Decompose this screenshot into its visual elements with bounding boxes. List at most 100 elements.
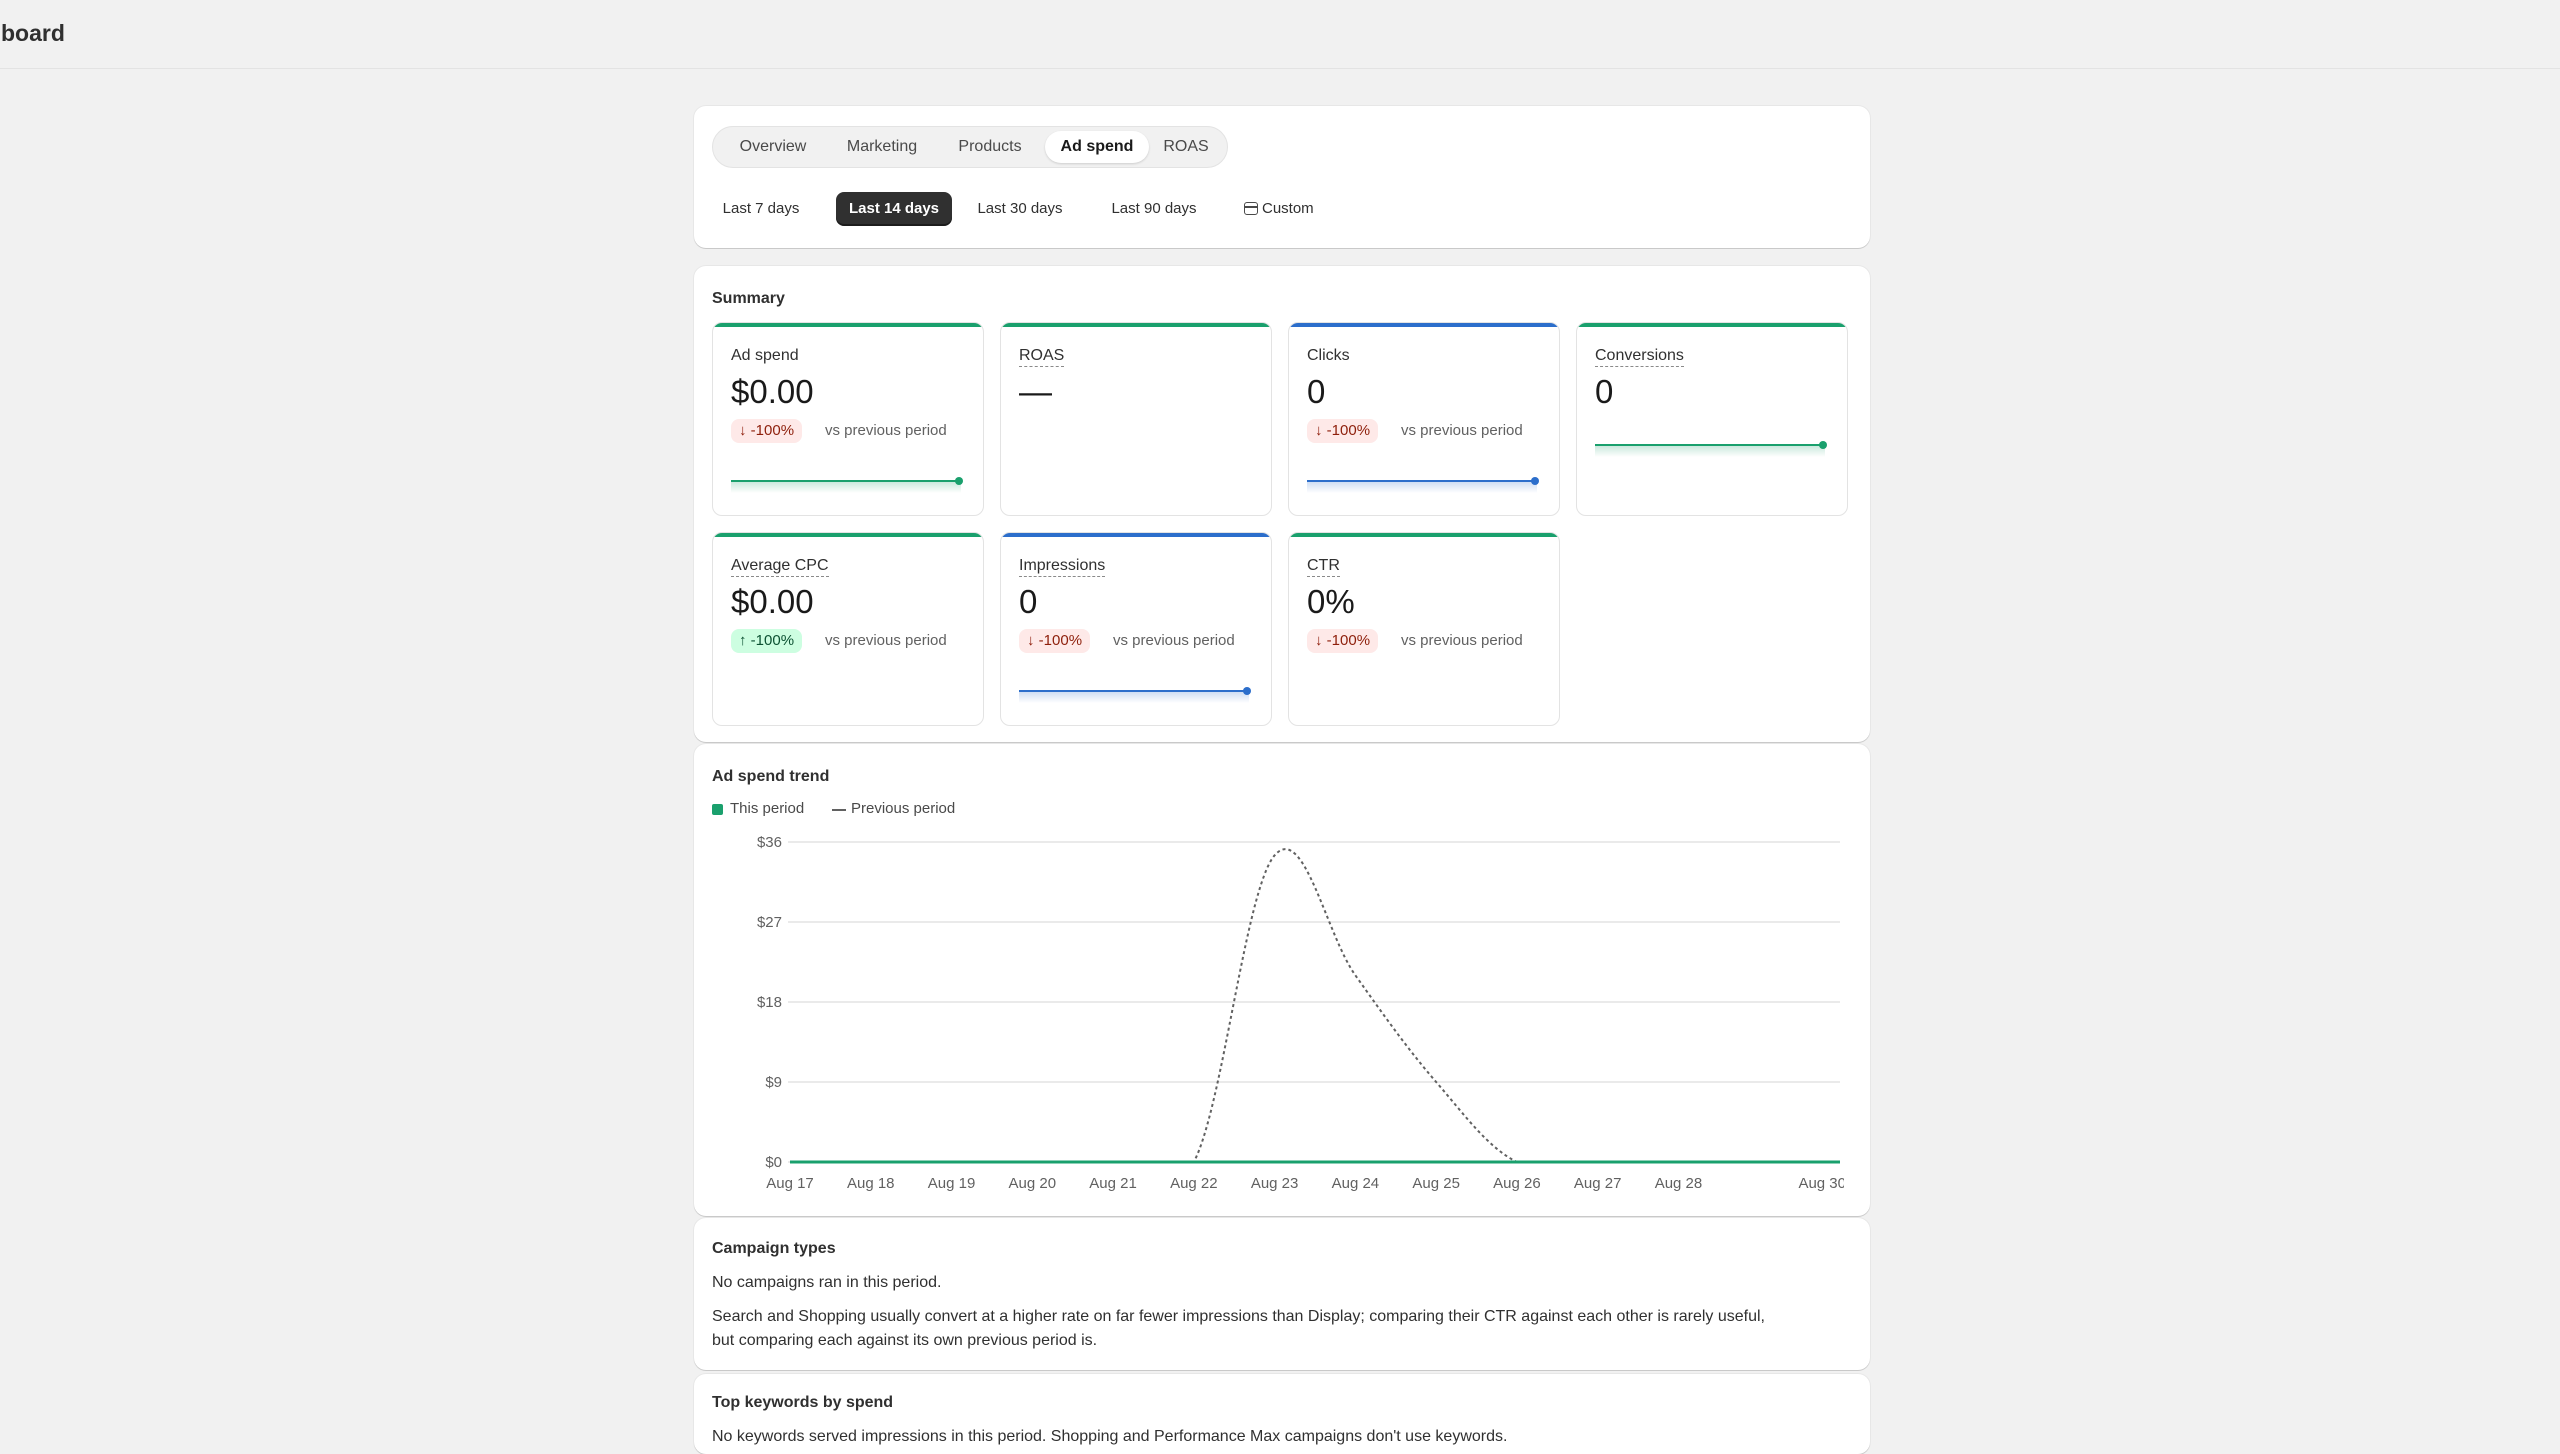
metric-card-impressions[interactable]: Impressions 0 ↓ -100% vs previous period <box>1000 532 1272 726</box>
page-title: board <box>1 20 65 46</box>
metric-card-conversions[interactable]: Conversions 0 <box>1576 322 1848 516</box>
metric-card-ctr[interactable]: CTR 0% ↓ -100% vs previous period <box>1288 532 1560 726</box>
arrow-up-icon: ↑ <box>739 632 747 649</box>
campaign-types-card: Campaign types No campaigns ran in this … <box>694 1218 1870 1370</box>
comparison-text: vs previous period <box>1401 422 1523 439</box>
filters-card: Overview Marketing Products Ad spend ROA… <box>694 106 1870 248</box>
legend-swatch-this-period <box>712 804 723 815</box>
keywords-empty-text: No keywords served impressions in this p… <box>712 1428 1508 1445</box>
change-badge: ↓ -100% <box>1307 419 1379 443</box>
view-tabs: Overview Marketing Products Ad spend ROA… <box>712 126 1228 168</box>
range-last-14-days[interactable]: Last 14 days <box>836 192 952 226</box>
summary-card: Summary Ad spend $0.00 ↓ -100% vs previo… <box>694 266 1870 742</box>
campaign-types-title: Campaign types <box>712 1240 836 1257</box>
x-tick-label: Aug 21 <box>1089 1175 1137 1192</box>
top-keywords-title: Top keywords by spend <box>712 1394 894 1411</box>
campaign-note-line-1: Search and Shopping usually convert at a… <box>712 1308 1765 1325</box>
x-tick-label: Aug 28 <box>1655 1175 1703 1192</box>
comparison-text: vs previous period <box>825 422 947 439</box>
metric-card-roas[interactable]: ROAS — <box>1000 322 1272 516</box>
campaign-empty-text: No campaigns ran in this period. <box>712 1274 942 1291</box>
metric-label: Clicks <box>1307 347 1350 364</box>
tab-overview[interactable]: Overview <box>721 131 825 163</box>
comparison-text: vs previous period <box>1401 632 1523 649</box>
metric-card-ad-spend[interactable]: Ad spend $0.00 ↓ -100% vs previous perio… <box>712 322 984 516</box>
y-tick-label: $0 <box>765 1154 782 1171</box>
metric-accent-bar <box>713 533 983 537</box>
trend-title: Ad spend trend <box>712 768 830 785</box>
sparkline <box>1595 441 1827 457</box>
x-tick-label: Aug 17 <box>766 1175 814 1192</box>
metric-value: — <box>1019 373 1052 410</box>
x-tick-label: Aug 27 <box>1574 1175 1622 1192</box>
metric-label: Impressions <box>1019 557 1106 577</box>
metric-value: 0% <box>1307 583 1355 620</box>
metric-value: 0 <box>1595 373 1614 410</box>
top-keywords-card: Top keywords by spend No keywords served… <box>694 1374 1870 1454</box>
tab-roas[interactable]: ROAS <box>1153 131 1219 163</box>
range-custom[interactable]: Custom <box>1236 192 1332 226</box>
tab-marketing[interactable]: Marketing <box>829 131 935 163</box>
legend-swatch-previous-period <box>832 809 846 811</box>
x-tick-label: Aug 22 <box>1170 1175 1218 1192</box>
y-tick-label: $18 <box>757 994 782 1011</box>
metric-label: Conversions <box>1595 347 1684 367</box>
x-tick-label: Aug 30 <box>1798 1175 1844 1192</box>
metric-card-clicks[interactable]: Clicks 0 ↓ -100% vs previous period <box>1288 322 1560 516</box>
x-tick-label: Aug 26 <box>1493 1175 1541 1192</box>
metric-accent-bar <box>713 323 983 327</box>
change-value: -100% <box>1326 632 1371 649</box>
sparkline <box>1307 477 1539 493</box>
comparison-text: vs previous period <box>825 632 947 649</box>
chart-legend: This period Previous period <box>712 800 1112 820</box>
range-last-90-days[interactable]: Last 90 days <box>1102 192 1206 226</box>
metric-accent-bar <box>1001 323 1271 327</box>
metric-label: Average CPC <box>731 557 829 577</box>
x-tick-label: Aug 18 <box>847 1175 895 1192</box>
sparkline <box>1019 687 1251 703</box>
arrow-down-icon: ↓ <box>739 422 747 439</box>
ad-spend-line-chart: $0 $9 $18 $27 $36 Aug 17 Aug 18 Aug 19 Aug 20 Aug… <box>757 834 1844 1192</box>
metric-label: ROAS <box>1019 347 1065 367</box>
summary-title: Summary <box>712 290 785 307</box>
campaign-note-line-2: but comparing each against its own previ… <box>712 1332 1098 1349</box>
arrow-down-icon: ↓ <box>1315 422 1323 439</box>
arrow-down-icon: ↓ <box>1027 632 1035 649</box>
top-bar: board <box>0 0 2560 69</box>
metric-accent-bar <box>1289 533 1559 537</box>
range-last-30-days[interactable]: Last 30 days <box>968 192 1072 226</box>
x-tick-label: Aug 20 <box>1009 1175 1057 1192</box>
series-line-previous-period <box>789 848 1840 1164</box>
metric-value: $0.00 <box>731 373 814 410</box>
x-tick-label: Aug 24 <box>1332 1175 1380 1192</box>
change-value: -100% <box>750 422 795 439</box>
y-tick-label: $27 <box>757 914 782 931</box>
range-last-7-days[interactable]: Last 7 days <box>712 192 810 226</box>
tab-ad-spend[interactable]: Ad spend <box>1045 131 1149 163</box>
metric-accent-bar <box>1001 533 1271 537</box>
sparkline <box>731 477 963 493</box>
change-value: -100% <box>1326 422 1371 439</box>
trend-card: Ad spend trend This period Previous peri… <box>694 744 1870 1216</box>
metric-value: 0 <box>1019 583 1038 620</box>
metric-label: CTR <box>1307 557 1340 577</box>
change-badge: ↓ -100% <box>731 419 803 443</box>
legend-label-this-period: This period <box>730 800 805 817</box>
y-tick-label: $36 <box>757 834 782 851</box>
arrow-down-icon: ↓ <box>1315 632 1323 649</box>
change-badge: ↓ -100% <box>1019 629 1091 653</box>
y-tick-label: $9 <box>765 1074 782 1091</box>
x-tick-label: Aug 23 <box>1251 1175 1299 1192</box>
legend-label-previous-period: Previous period <box>851 800 956 817</box>
x-tick-label: Aug 25 <box>1412 1175 1460 1192</box>
metric-label: Ad spend <box>731 347 799 364</box>
tab-products[interactable]: Products <box>939 131 1041 163</box>
comparison-text: vs previous period <box>1113 632 1235 649</box>
metric-value: $0.00 <box>731 583 814 620</box>
metric-accent-bar <box>1577 323 1847 327</box>
x-tick-label: Aug 19 <box>928 1175 976 1192</box>
metric-card-average-cpc[interactable]: Average CPC $0.00 ↑ -100% vs previous pe… <box>712 532 984 726</box>
calendar-icon <box>1244 202 1258 215</box>
change-value: -100% <box>1038 632 1083 649</box>
change-value: -100% <box>750 632 795 649</box>
